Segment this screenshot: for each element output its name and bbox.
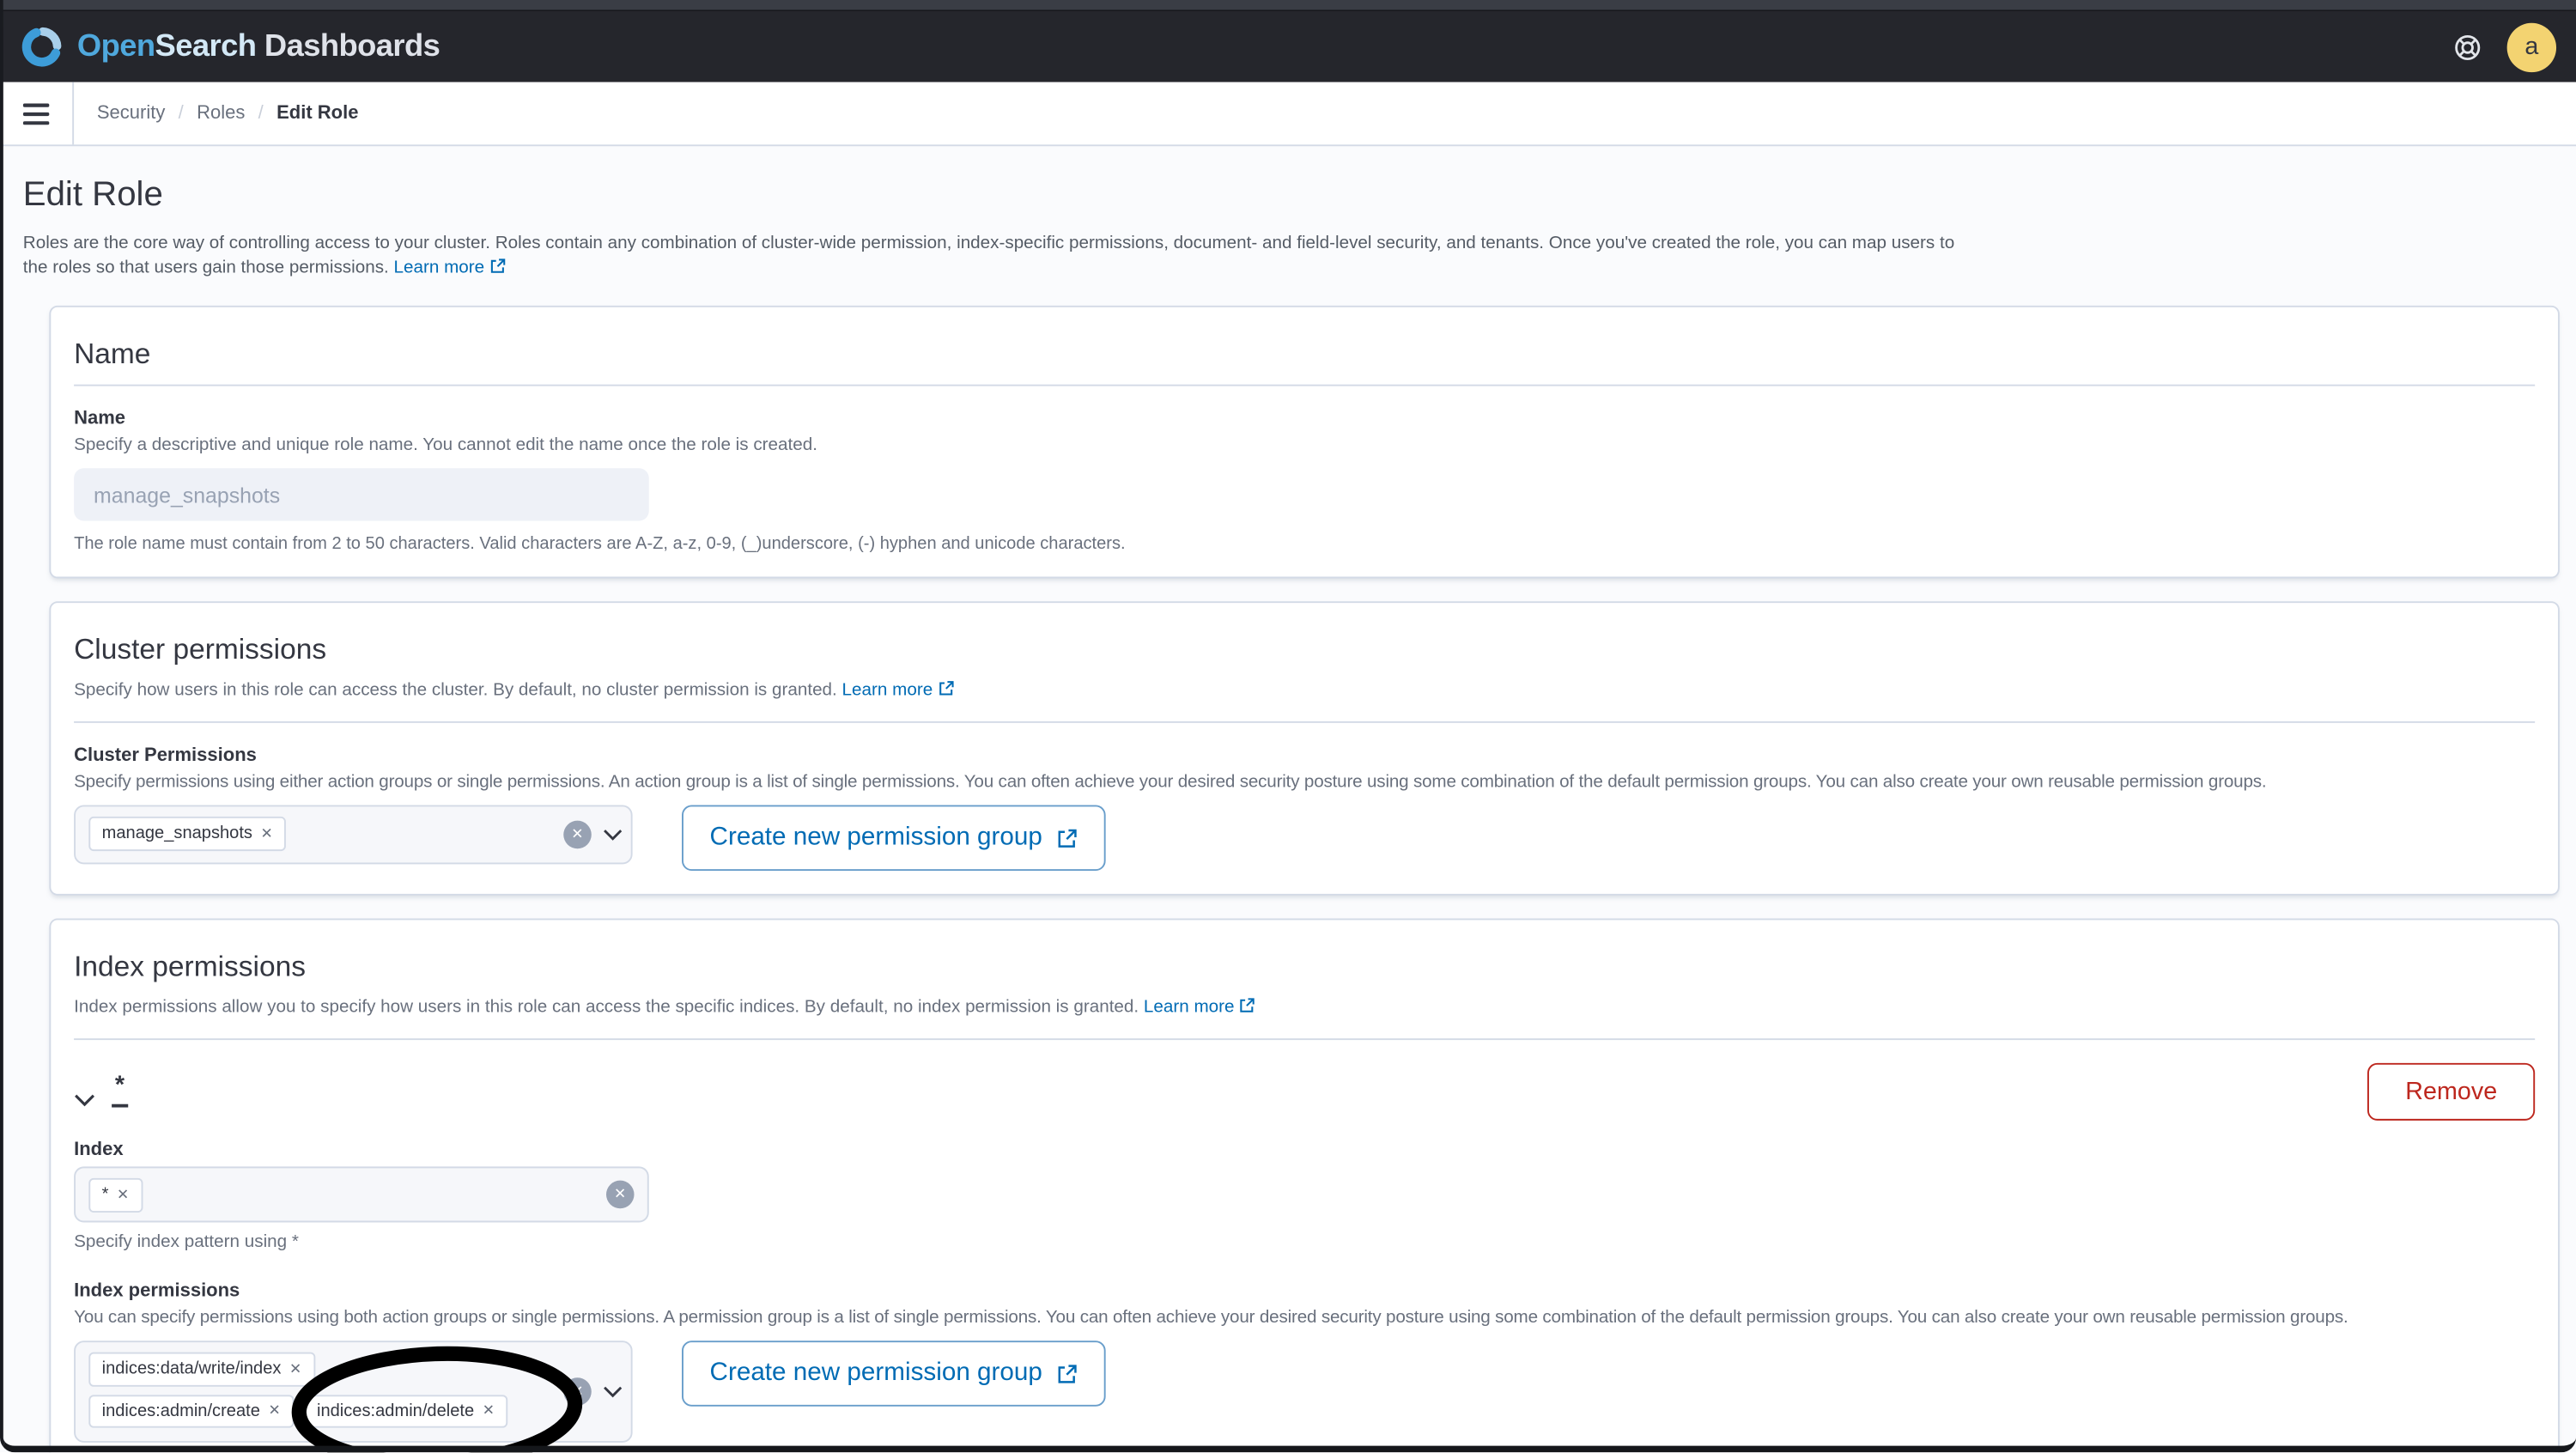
tag-remove-icon[interactable] [268,1403,280,1418]
index-permissions-panel: Index permissions Index permissions allo… [49,918,2560,1453]
clear-selection-icon[interactable] [563,820,592,849]
page-title: Edit Role [22,175,163,214]
top-nav: OpenSearch Dashboards a [0,11,2576,82]
remove-button[interactable]: Remove [2367,1062,2536,1121]
index-panel-description: Index permissions allow you to specify h… [74,997,2535,1018]
external-link-icon [1057,827,1078,848]
name-panel: Name Name Specify a descriptive and uniq… [49,305,2560,579]
index-combobox[interactable]: * [74,1166,649,1223]
breadcrumb-current: Edit Role [276,103,359,124]
cluster-panel-title: Cluster permissions [74,632,327,666]
breadcrumb-roles[interactable]: Roles [197,104,245,124]
menu-icon[interactable] [0,82,72,145]
chevron-down-icon[interactable] [603,828,623,841]
accordion-toggle[interactable]: * [74,1072,128,1107]
tag-remove-icon[interactable] [117,1188,129,1202]
cluster-panel-description: Specify how users in this role can acces… [74,680,2535,702]
divider [72,82,75,145]
permission-tag-circled: indices:admin/delete [303,1394,508,1428]
role-name-input [74,468,649,521]
breadcrumb-separator: / [178,103,184,124]
external-link-icon [938,680,954,702]
permission-tag: manage_snapshots [88,816,287,851]
index-permissions-label: Index permissions [74,1281,240,1302]
app-window: OpenSearch Dashboards a Security / Roles … [0,0,2576,1453]
app-title: OpenSearch Dashboards [76,28,440,64]
chevron-down-icon[interactable] [603,1385,623,1398]
external-link-icon [1057,1363,1078,1384]
divider [74,1038,2536,1041]
learn-more-link[interactable]: Learn more [842,680,955,700]
page-content: Edit Role Roles are the core way of cont… [0,146,2576,1453]
index-permission-accordion: * Remove [74,1062,2536,1121]
index-pattern-link[interactable]: * [112,1072,128,1107]
tag-remove-icon[interactable] [261,826,273,841]
clear-selection-icon[interactable] [563,1377,592,1406]
divider [74,384,2536,386]
avatar[interactable]: a [2506,21,2557,72]
tag-remove-icon[interactable] [483,1403,495,1418]
divider [74,720,2536,723]
learn-more-link[interactable]: Learn more [1144,997,1256,1017]
create-permission-group-button[interactable]: Create new permission group [682,805,1107,872]
chevron-down-icon [74,1091,95,1106]
tag-remove-icon[interactable] [289,1362,301,1377]
cluster-permissions-combobox[interactable]: manage_snapshots [74,805,633,865]
clear-selection-icon[interactable] [605,1180,635,1209]
create-permission-group-button[interactable]: Create new permission group [682,1341,1107,1407]
external-link-icon [1239,997,1255,1018]
nav-actions: a [2453,21,2557,72]
index-tag: * [88,1177,143,1213]
breadcrumb-bar: Security / Roles / Edit Role [0,82,2576,147]
help-icon[interactable] [2453,32,2482,61]
index-field-help: Specify index pattern using * [74,1231,299,1252]
cluster-permissions-help: Specify permissions using either action … [74,772,2267,793]
name-field-help: Specify a descriptive and unique role na… [74,435,817,455]
index-field-label: Index [74,1140,124,1160]
external-link-icon [489,258,506,283]
page-description: Roles are the core way of controlling ac… [23,232,1978,283]
name-field-label: Name [74,409,126,429]
learn-more-link[interactable]: Learn more [394,258,507,277]
index-permissions-help: You can specify permissions using both a… [74,1307,2348,1328]
cluster-permissions-panel: Cluster permissions Specify how users in… [49,601,2560,896]
breadcrumb-security[interactable]: Security [97,104,165,124]
breadcrumb: Security / Roles / Edit Role [97,82,359,145]
opensearch-logo[interactable]: OpenSearch Dashboards [20,25,440,70]
window-top-edge [0,0,2576,12]
index-panel-title: Index permissions [74,949,306,983]
breadcrumb-separator: / [258,103,264,124]
name-panel-title: Name [74,337,151,370]
permission-tag: indices:admin/create [88,1394,295,1428]
permission-tag: indices:data/write/index [88,1352,315,1386]
opensearch-logo-icon [21,27,62,67]
index-permissions-combobox[interactable]: indices:data/write/index indices:admin/c… [74,1341,633,1443]
name-field-hint: The role name must contain from 2 to 50 … [74,533,1126,554]
cluster-permissions-label: Cluster Permissions [74,745,257,766]
